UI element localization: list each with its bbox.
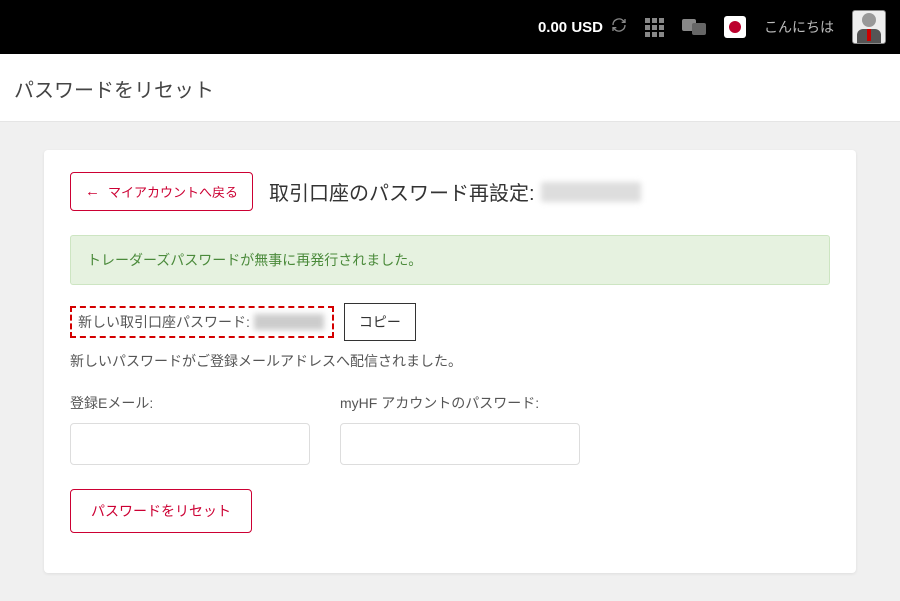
user-avatar[interactable] (852, 10, 886, 44)
copy-button-label: コピー (359, 314, 401, 330)
email-label: 登録Eメール: (70, 393, 310, 413)
language-flag-jp[interactable] (724, 16, 746, 38)
card-heading-text: 取引口座のパスワード再設定: (269, 177, 535, 206)
page-title: パスワードをリセット (14, 74, 886, 103)
top-bar: 0.00 USD こんにちは (0, 0, 900, 54)
refresh-icon[interactable] (611, 17, 627, 37)
greeting-text: こんにちは (764, 17, 834, 37)
email-field[interactable] (70, 423, 310, 465)
myhf-password-label: myHF アカウントのパスワード: (340, 393, 580, 413)
sent-note: 新しいパスワードがご登録メールアドレスへ配信されました。 (70, 351, 830, 371)
success-alert-text: トレーダーズパスワードが無事に再発行されました。 (87, 252, 422, 268)
back-button-label: マイアカウントへ戻る (108, 182, 238, 201)
account-id-redacted (541, 182, 641, 202)
myhf-password-field[interactable] (340, 423, 580, 465)
page-title-bar: パスワードをリセット (0, 54, 900, 122)
success-alert: トレーダーズパスワードが無事に再発行されました。 (70, 235, 830, 285)
new-password-label: 新しい取引口座パスワード: (78, 312, 250, 332)
new-password-highlight: 新しい取引口座パスワード: (70, 306, 334, 338)
balance-text: 0.00 USD (538, 19, 603, 36)
reset-card: ← マイアカウントへ戻る 取引口座のパスワード再設定: トレーダーズパスワードが… (44, 150, 856, 573)
card-heading: 取引口座のパスワード再設定: (269, 177, 641, 206)
arrow-left-icon: ← (85, 184, 100, 199)
reset-button-label: パスワードをリセット (91, 503, 231, 519)
chat-icon[interactable] (682, 19, 706, 35)
back-to-account-button[interactable]: ← マイアカウントへ戻る (70, 172, 253, 211)
apps-grid-icon[interactable] (645, 18, 664, 37)
copy-button[interactable]: コピー (344, 303, 416, 341)
reset-password-button[interactable]: パスワードをリセット (70, 489, 252, 533)
new-password-redacted (254, 314, 324, 330)
account-balance: 0.00 USD (538, 17, 627, 37)
